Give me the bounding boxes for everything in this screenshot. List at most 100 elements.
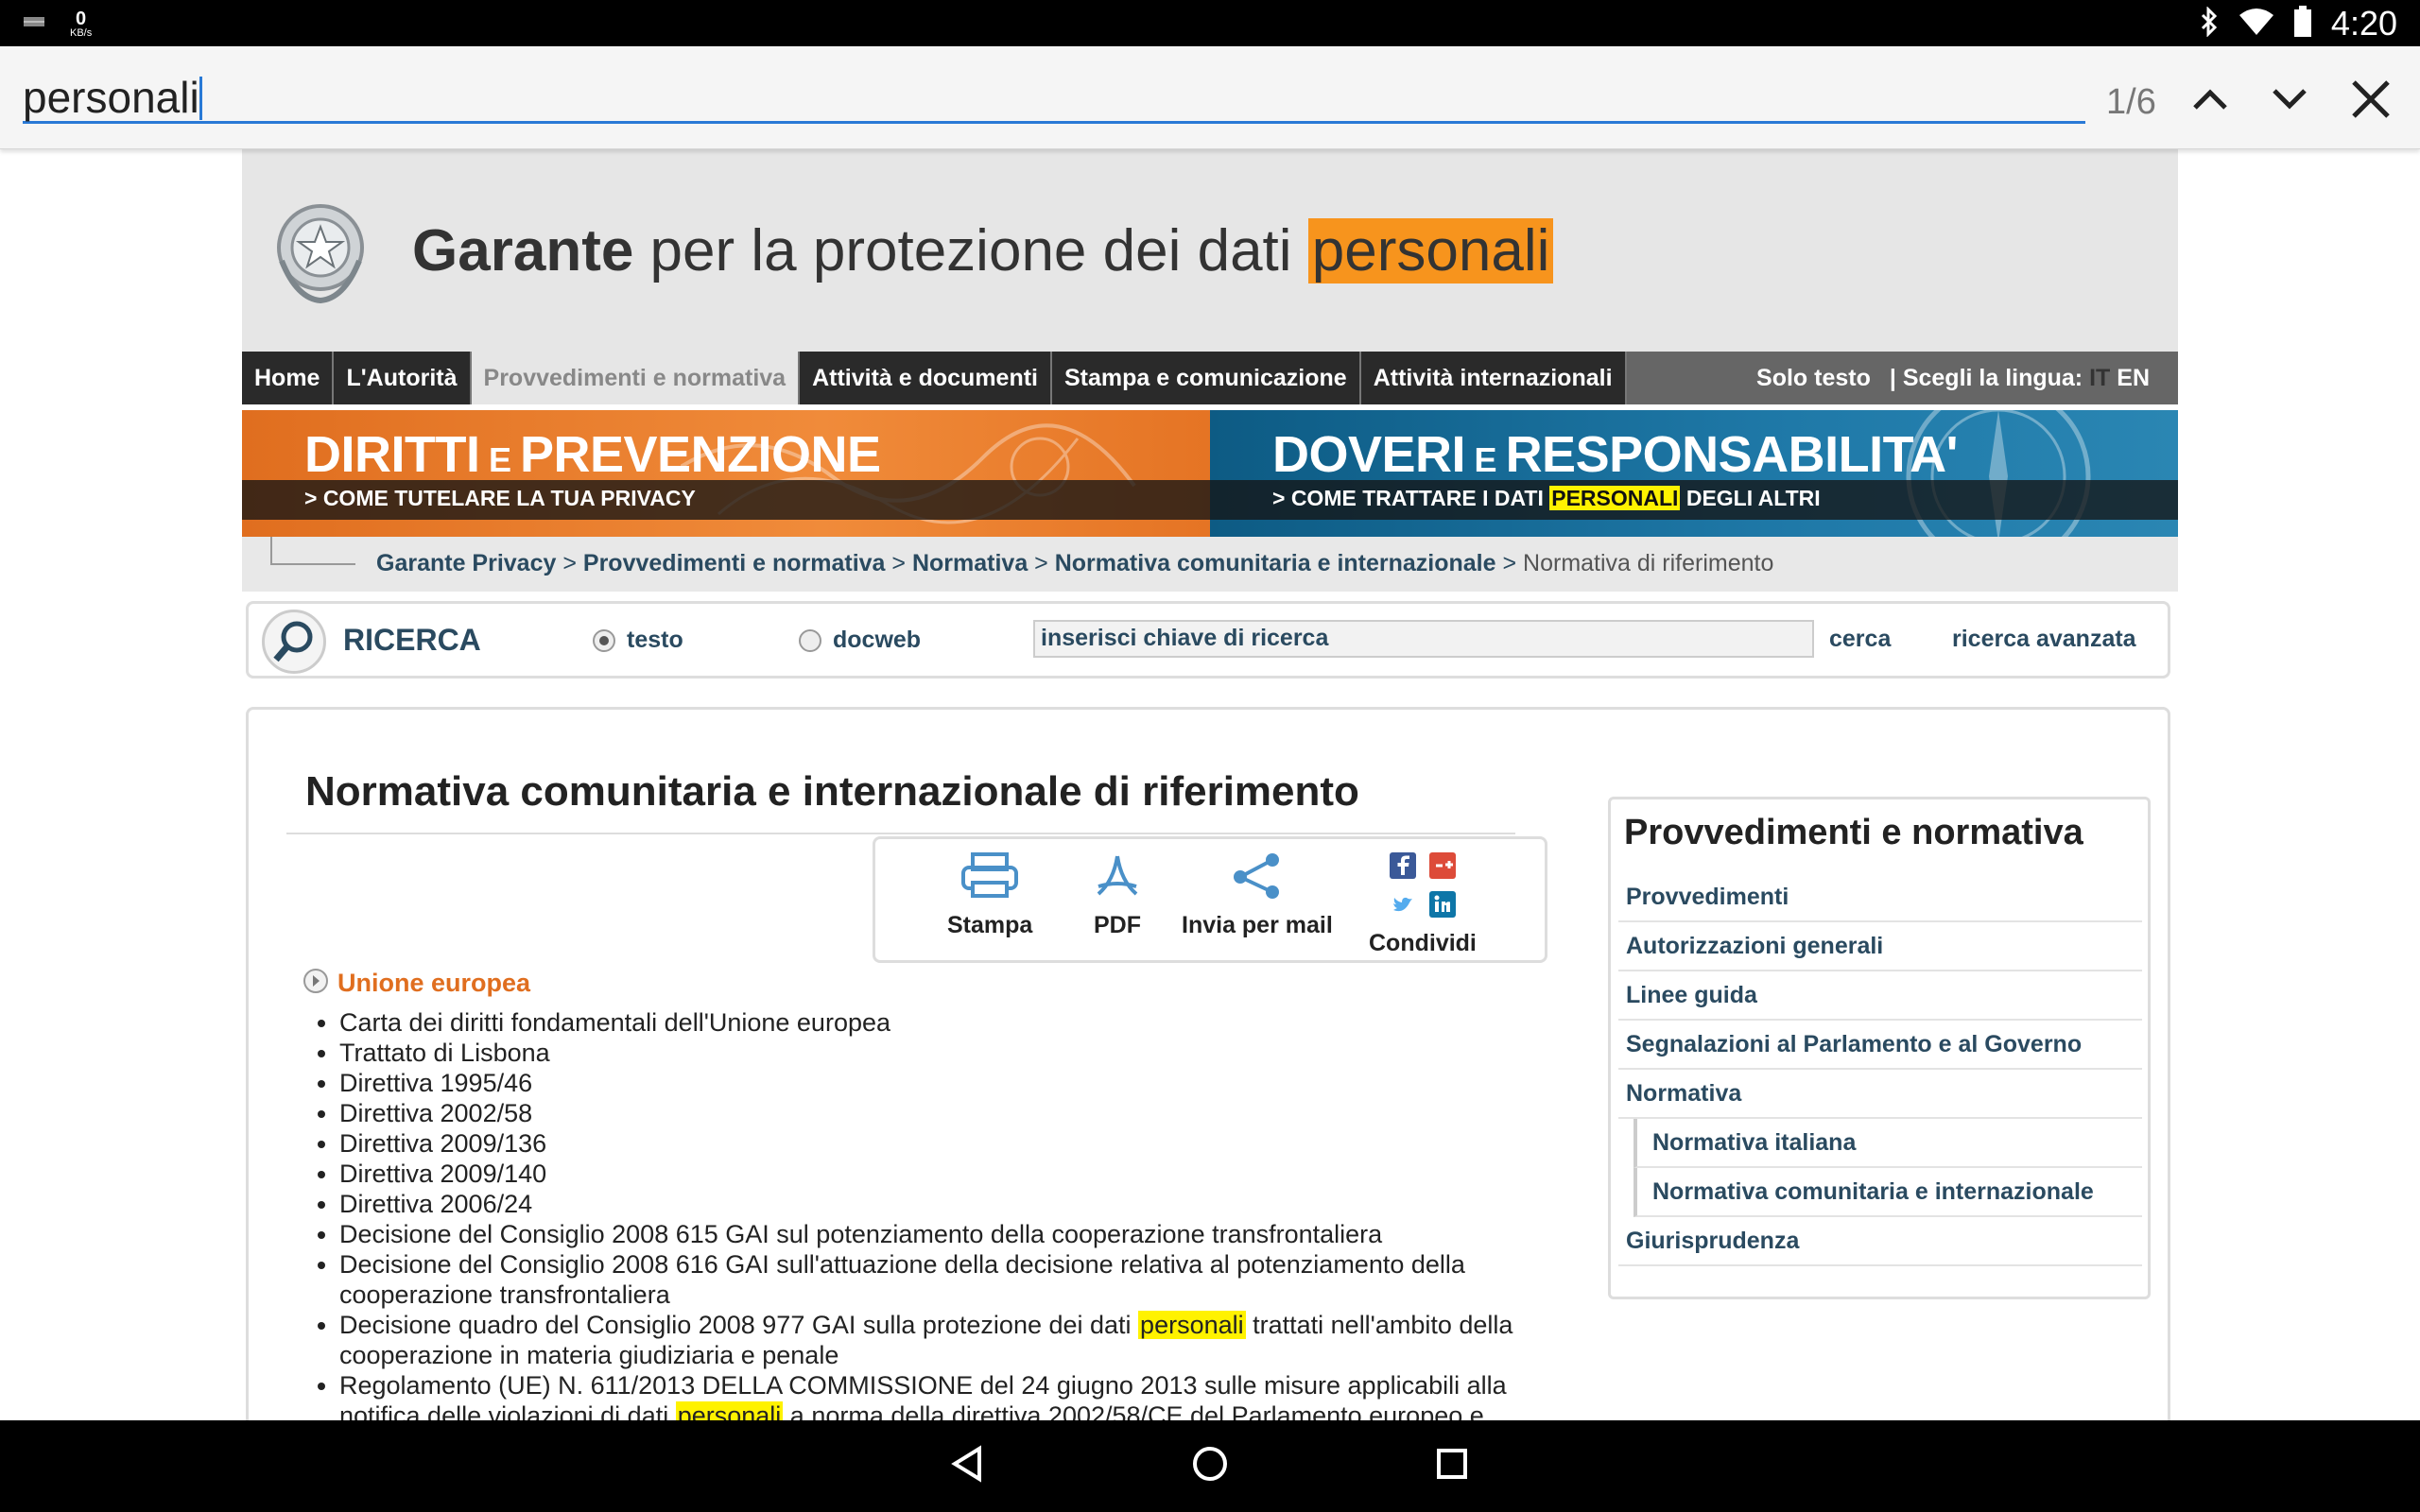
list-item[interactable]: Direttiva 1995/46: [339, 1068, 1532, 1098]
share-social-button[interactable]: Condividi: [1369, 852, 1477, 957]
breadcrumb-link-provvedimenti[interactable]: Provvedimenti e normativa: [583, 550, 886, 576]
search-icon: [262, 610, 326, 674]
breadcrumb-link-normativa[interactable]: Normativa: [912, 550, 1028, 576]
radio-docweb[interactable]: docweb: [799, 627, 921, 654]
banner-left-title-a: DIRITTI: [304, 426, 480, 483]
banner-doveri-responsabilita[interactable]: DOVERI E RESPONSABILITA' > COME TRATTARE…: [1210, 410, 2178, 537]
emblem-icon[interactable]: [268, 195, 372, 308]
network-speed-unit: KB/s: [70, 27, 93, 39]
banner-left-title: DIRITTI E PREVENZIONE: [304, 425, 881, 484]
home-button[interactable]: [1182, 1437, 1238, 1494]
find-match-highlight: PERSONALI: [1549, 486, 1681, 510]
banner-right-subtitle-a: > COME TRATTARE I DATI: [1272, 486, 1550, 510]
pdf-button[interactable]: PDF: [1093, 852, 1142, 939]
print-button[interactable]: Stampa: [947, 852, 1032, 939]
list-item[interactable]: Decisione quadro del Consiglio 2008 977 …: [339, 1310, 1532, 1370]
list-item[interactable]: Regolamento (UE) N. 611/2013 DELLA COMMI…: [339, 1370, 1532, 1420]
sidebar-list: Provvedimenti Autorizzazioni generali Li…: [1618, 873, 2142, 1266]
sidebar-item-autorizzazioni[interactable]: Autorizzazioni generali: [1618, 922, 2142, 971]
sidebar-subitem-normativa-italiana[interactable]: Normativa italiana: [1634, 1119, 2142, 1168]
sidebar-item-provvedimenti[interactable]: Provvedimenti: [1618, 873, 2142, 922]
find-match-highlight: personali: [1138, 1311, 1246, 1339]
search-submit-link[interactable]: cerca: [1829, 626, 1891, 653]
lang-it-link[interactable]: IT: [2089, 365, 2110, 391]
nav-item-stampa[interactable]: Stampa e comunicazione: [1052, 352, 1361, 404]
list-item[interactable]: Trattato di Lisbona: [339, 1038, 1532, 1068]
nav-item-autorita[interactable]: L'Autorità: [334, 352, 472, 404]
close-find-button[interactable]: [2342, 73, 2399, 129]
linkedin-icon[interactable]: [1428, 891, 1456, 922]
sidebar-title: Provvedimenti e normativa: [1624, 813, 2083, 852]
nav-item-attivita-documenti[interactable]: Attività e documenti: [800, 352, 1052, 404]
breadcrumb-current: Normativa di riferimento: [1523, 550, 1774, 576]
banner-left-title-e: E: [479, 440, 520, 479]
radio-docweb-dot: [799, 628, 821, 652]
sidebar-item-linee-guida[interactable]: Linee guida: [1618, 971, 2142, 1021]
pdf-label: PDF: [1094, 912, 1141, 938]
close-icon: [2350, 78, 2392, 125]
back-button[interactable]: [940, 1437, 996, 1494]
list-item[interactable]: Direttiva 2009/140: [339, 1159, 1532, 1189]
recents-icon: [1433, 1445, 1471, 1487]
nav-spacer: [1626, 352, 1757, 404]
share-label: Condividi: [1369, 930, 1477, 956]
back-icon: [949, 1444, 987, 1487]
document-list: Carta dei diritti fondamentali dell'Unio…: [303, 1007, 1532, 1420]
previous-match-button[interactable]: [2182, 73, 2238, 129]
language-label: | Scegli la lingua: IT EN: [1890, 365, 2150, 392]
breadcrumb-trail: Garante Privacy > Provvedimenti e normat…: [376, 550, 1773, 577]
nav-item-provvedimenti[interactable]: Provvedimenti e normativa: [471, 352, 801, 404]
site-title[interactable]: Garante per la protezione dei dati perso…: [412, 217, 1554, 284]
search-input[interactable]: inserisci chiave di ricerca: [1033, 620, 1814, 658]
lang-en-link[interactable]: EN: [2117, 365, 2150, 391]
radio-testo[interactable]: testo: [593, 627, 683, 654]
solo-testo-link[interactable]: Solo testo: [1756, 365, 1871, 392]
banner-diritti-prevenzione[interactable]: DIRITTI E PREVENZIONE > COME TUTELARE LA…: [242, 410, 1210, 537]
pdf-icon: [1093, 852, 1142, 904]
breadcrumb-link-comunitaria[interactable]: Normativa comunitaria e internazionale: [1055, 550, 1496, 576]
text-cursor: [199, 77, 202, 120]
twitter-icon[interactable]: [1390, 891, 1416, 922]
print-icon: [959, 852, 1020, 904]
radio-docweb-label: docweb: [833, 627, 922, 653]
list-item[interactable]: Direttiva 2002/58: [339, 1098, 1532, 1128]
main-nav: Home L'Autorità Provvedimenti e normativ…: [242, 352, 2178, 404]
page-title: Normativa comunitaria e internazionale d…: [305, 768, 1359, 815]
recents-button[interactable]: [1424, 1437, 1480, 1494]
sidebar-item-normativa[interactable]: Normativa: [1618, 1070, 2142, 1119]
nav-item-home[interactable]: Home: [242, 352, 335, 404]
list-item[interactable]: Direttiva 2009/136: [339, 1128, 1532, 1159]
web-page: Garante per la protezione dei dati perso…: [242, 149, 2178, 1420]
section-title: Unione europea: [337, 969, 531, 997]
facebook-icon[interactable]: [1389, 852, 1416, 884]
google-plus-icon[interactable]: [1428, 852, 1456, 884]
section-header[interactable]: Unione europea: [302, 967, 530, 1000]
active-find-match: personali: [1307, 218, 1554, 284]
list-item[interactable]: Decisione del Consiglio 2008 616 GAI sul…: [339, 1249, 1532, 1310]
sidebar-item-segnalazioni[interactable]: Segnalazioni al Parlamento e al Governo: [1618, 1021, 2142, 1070]
search-label: RICERCA: [343, 623, 481, 657]
sidebar-subitem-normativa-comunitaria[interactable]: Normativa comunitaria e internazionale: [1634, 1168, 2142, 1217]
list-item-text: Decisione quadro del Consiglio 2008 977 …: [339, 1311, 1139, 1339]
list-item[interactable]: Direttiva 2006/24: [339, 1189, 1532, 1219]
bluetooth-icon: [2199, 5, 2220, 42]
sidebar-item-giurisprudenza[interactable]: Giurisprudenza: [1618, 1217, 2142, 1266]
breadcrumb-link-garante[interactable]: Garante Privacy: [376, 550, 556, 576]
send-mail-button[interactable]: Invia per mail: [1182, 852, 1333, 939]
breadcrumb-separator: >: [885, 550, 912, 576]
next-match-button[interactable]: [2261, 73, 2318, 129]
find-input[interactable]: personali: [23, 75, 2085, 124]
list-item[interactable]: Carta dei diritti fondamentali dell'Unio…: [339, 1007, 1532, 1038]
advanced-search-link[interactable]: ricerca avanzata: [1952, 626, 2136, 653]
home-icon: [1191, 1445, 1229, 1487]
breadcrumb-separator: >: [1028, 550, 1055, 576]
system-nav-bar: [0, 1420, 2420, 1512]
list-item[interactable]: Decisione del Consiglio 2008 615 GAI sul…: [339, 1219, 1532, 1249]
print-label: Stampa: [947, 912, 1033, 938]
breadcrumb-separator: >: [1495, 550, 1524, 576]
banner-right-subtitle: > COME TRATTARE I DATI PERSONALI DEGLI A…: [1272, 486, 1821, 511]
collapse-toggle-icon: [302, 967, 330, 1000]
nav-item-attivita-internazionali[interactable]: Attività internazionali: [1360, 352, 1627, 404]
find-match-highlight: personali: [675, 1401, 784, 1420]
find-match-count: 1/6: [2106, 82, 2156, 122]
